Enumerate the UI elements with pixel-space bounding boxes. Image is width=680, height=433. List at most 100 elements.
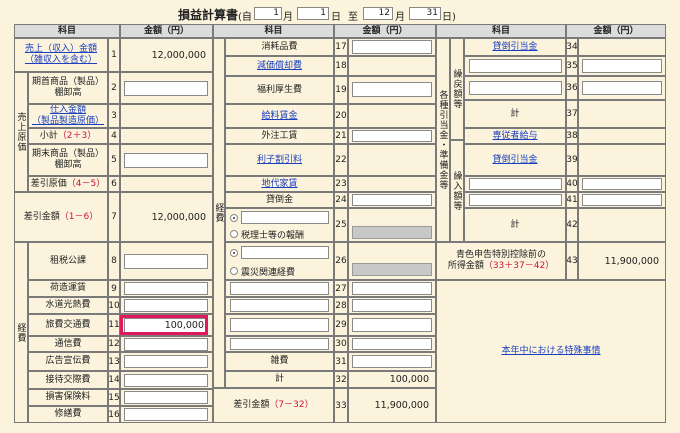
row41-name-input[interactable] [469, 194, 562, 206]
net-label: 差引金額 （7－32） [213, 388, 334, 423]
row26-radio-disaster[interactable] [230, 267, 238, 275]
travel-highlight [120, 315, 208, 335]
from-month-input[interactable]: 1 [254, 7, 282, 20]
comm-input[interactable] [124, 338, 208, 351]
row30-input[interactable] [352, 338, 432, 350]
purchase-link-1[interactable]: 仕入金額 [50, 105, 86, 116]
row26-disaster-label: 震災関連経費 [241, 268, 296, 278]
reserve-34-link[interactable]: 貸倒引当金 [492, 42, 537, 53]
sales-label[interactable]: 売上（収入）金額 （雑収入を含む） [14, 38, 108, 72]
header-amount-2: 金額（円） [334, 24, 436, 38]
to-month-input[interactable]: 12 [363, 7, 393, 20]
freight-input[interactable] [124, 282, 208, 295]
row25-radio-taxacc[interactable] [230, 230, 238, 238]
salary-value [348, 104, 436, 128]
ins-cell [120, 389, 213, 406]
tax-input[interactable] [124, 254, 208, 269]
repair-input[interactable] [124, 408, 208, 421]
ent-input[interactable] [124, 374, 208, 387]
row41-input[interactable] [582, 194, 662, 206]
reserve-39-value [578, 144, 666, 176]
repair-label: 修繕費 [28, 406, 108, 423]
special-circumstances-link[interactable]: 本年中における特殊事情 [501, 346, 600, 357]
page-title: 損益計算書 [178, 8, 239, 22]
title-row: 損益計算書 (自 1 月 1 日 至 12 月 31 日) [0, 0, 680, 24]
ins-input[interactable] [124, 391, 208, 404]
blue-income-l2: 所得金額 [447, 261, 484, 271]
row26-radio-custom[interactable] [230, 249, 238, 257]
family-salary-label[interactable]: 専従者給与 [464, 128, 566, 144]
supplies-input[interactable] [352, 40, 432, 54]
row36-name-input[interactable] [469, 81, 562, 95]
row26-cell [348, 242, 436, 280]
interest-label[interactable]: 利子割引料 [225, 144, 334, 176]
reserve-39-link[interactable]: 貸倒引当金 [492, 155, 537, 166]
row27-input[interactable] [352, 282, 432, 295]
row29-input[interactable] [352, 318, 432, 332]
closing-input[interactable] [124, 153, 208, 168]
row25-name-input[interactable] [241, 211, 329, 224]
baddebt-input[interactable] [352, 194, 432, 206]
row30-name-input[interactable] [230, 338, 329, 350]
depreciation-label[interactable]: 減価償却費 [225, 56, 334, 76]
net-text: 差引金額 [233, 400, 270, 410]
salary-link[interactable]: 給料賃金 [261, 111, 297, 122]
row28-name-input[interactable] [230, 299, 329, 312]
purchase-label[interactable]: 仕入金額 （製品製造原価） [28, 104, 108, 128]
row-no-42: 42 [566, 208, 578, 242]
family-salary-link[interactable]: 専従者給与 [492, 131, 537, 142]
utilities-input[interactable] [124, 299, 208, 312]
row29-name-input[interactable] [230, 318, 329, 332]
to-day-input[interactable]: 31 [409, 7, 441, 20]
row40-name-input[interactable] [469, 178, 562, 190]
row35-name-input[interactable] [469, 59, 562, 73]
net-formula: （7－32） [269, 400, 314, 410]
row-no-16: 16 [108, 406, 120, 423]
purchase-link-2[interactable]: （製品製造原価） [32, 116, 104, 127]
row28-label-cell [225, 297, 334, 314]
row-no-2: 2 [108, 72, 120, 104]
reserve-39-label[interactable]: 貸倒引当金 [464, 144, 566, 176]
row27-name-input[interactable] [230, 282, 329, 295]
purchase-value [120, 104, 213, 128]
welfare-input[interactable] [352, 82, 432, 97]
row-no-15: 15 [108, 389, 120, 406]
adv-label: 広告宣伝費 [28, 352, 108, 371]
header-item-2: 科目 [213, 24, 334, 38]
opening-l2: 棚卸高 [54, 88, 82, 98]
sales-link-2[interactable]: （雑収入を含む） [25, 55, 97, 66]
special-circumstances-cell[interactable]: 本年中における特殊事情 [436, 280, 666, 423]
opening-input[interactable] [124, 81, 208, 96]
cogs-formula: （4－5） [66, 178, 106, 189]
row40-input[interactable] [582, 178, 662, 190]
row36-input[interactable] [582, 81, 662, 95]
supplies-label: 消耗品費 [225, 38, 334, 56]
row30-label-cell [225, 336, 334, 352]
rent-link[interactable]: 地代家賃 [261, 179, 297, 190]
row-no-10: 10 [108, 297, 120, 314]
rent-label[interactable]: 地代家賃 [225, 176, 334, 192]
outsource-input[interactable] [352, 130, 432, 142]
salary-label[interactable]: 給料賃金 [225, 104, 334, 128]
from-day-input[interactable]: 1 [297, 7, 329, 20]
reserve-34-label[interactable]: 貸倒引当金 [464, 38, 566, 56]
row-no-14: 14 [108, 371, 120, 389]
row25-radio-custom[interactable] [230, 214, 238, 222]
row35-input[interactable] [582, 59, 662, 73]
sales-link-1[interactable]: 売上（収入）金額 [25, 44, 97, 55]
row30-cell [348, 336, 436, 352]
row-no-5: 5 [108, 144, 120, 176]
row26-name-input[interactable] [241, 246, 329, 259]
row-no-36: 36 [566, 76, 578, 100]
adv-input[interactable] [124, 355, 208, 368]
welfare-label: 福利厚生費 [225, 76, 334, 104]
row28-input[interactable] [352, 299, 432, 312]
row41-cell [578, 192, 666, 208]
depreciation-link[interactable]: 減価償却費 [257, 61, 302, 72]
reversal-group-label: 繰戻額等 [450, 38, 464, 140]
from-month-label: 月 [283, 12, 293, 23]
interest-link[interactable]: 利子割引料 [257, 155, 302, 166]
tax-label: 租税公課 [28, 242, 108, 280]
ent-cell [120, 371, 213, 389]
misc-input[interactable] [352, 355, 432, 368]
